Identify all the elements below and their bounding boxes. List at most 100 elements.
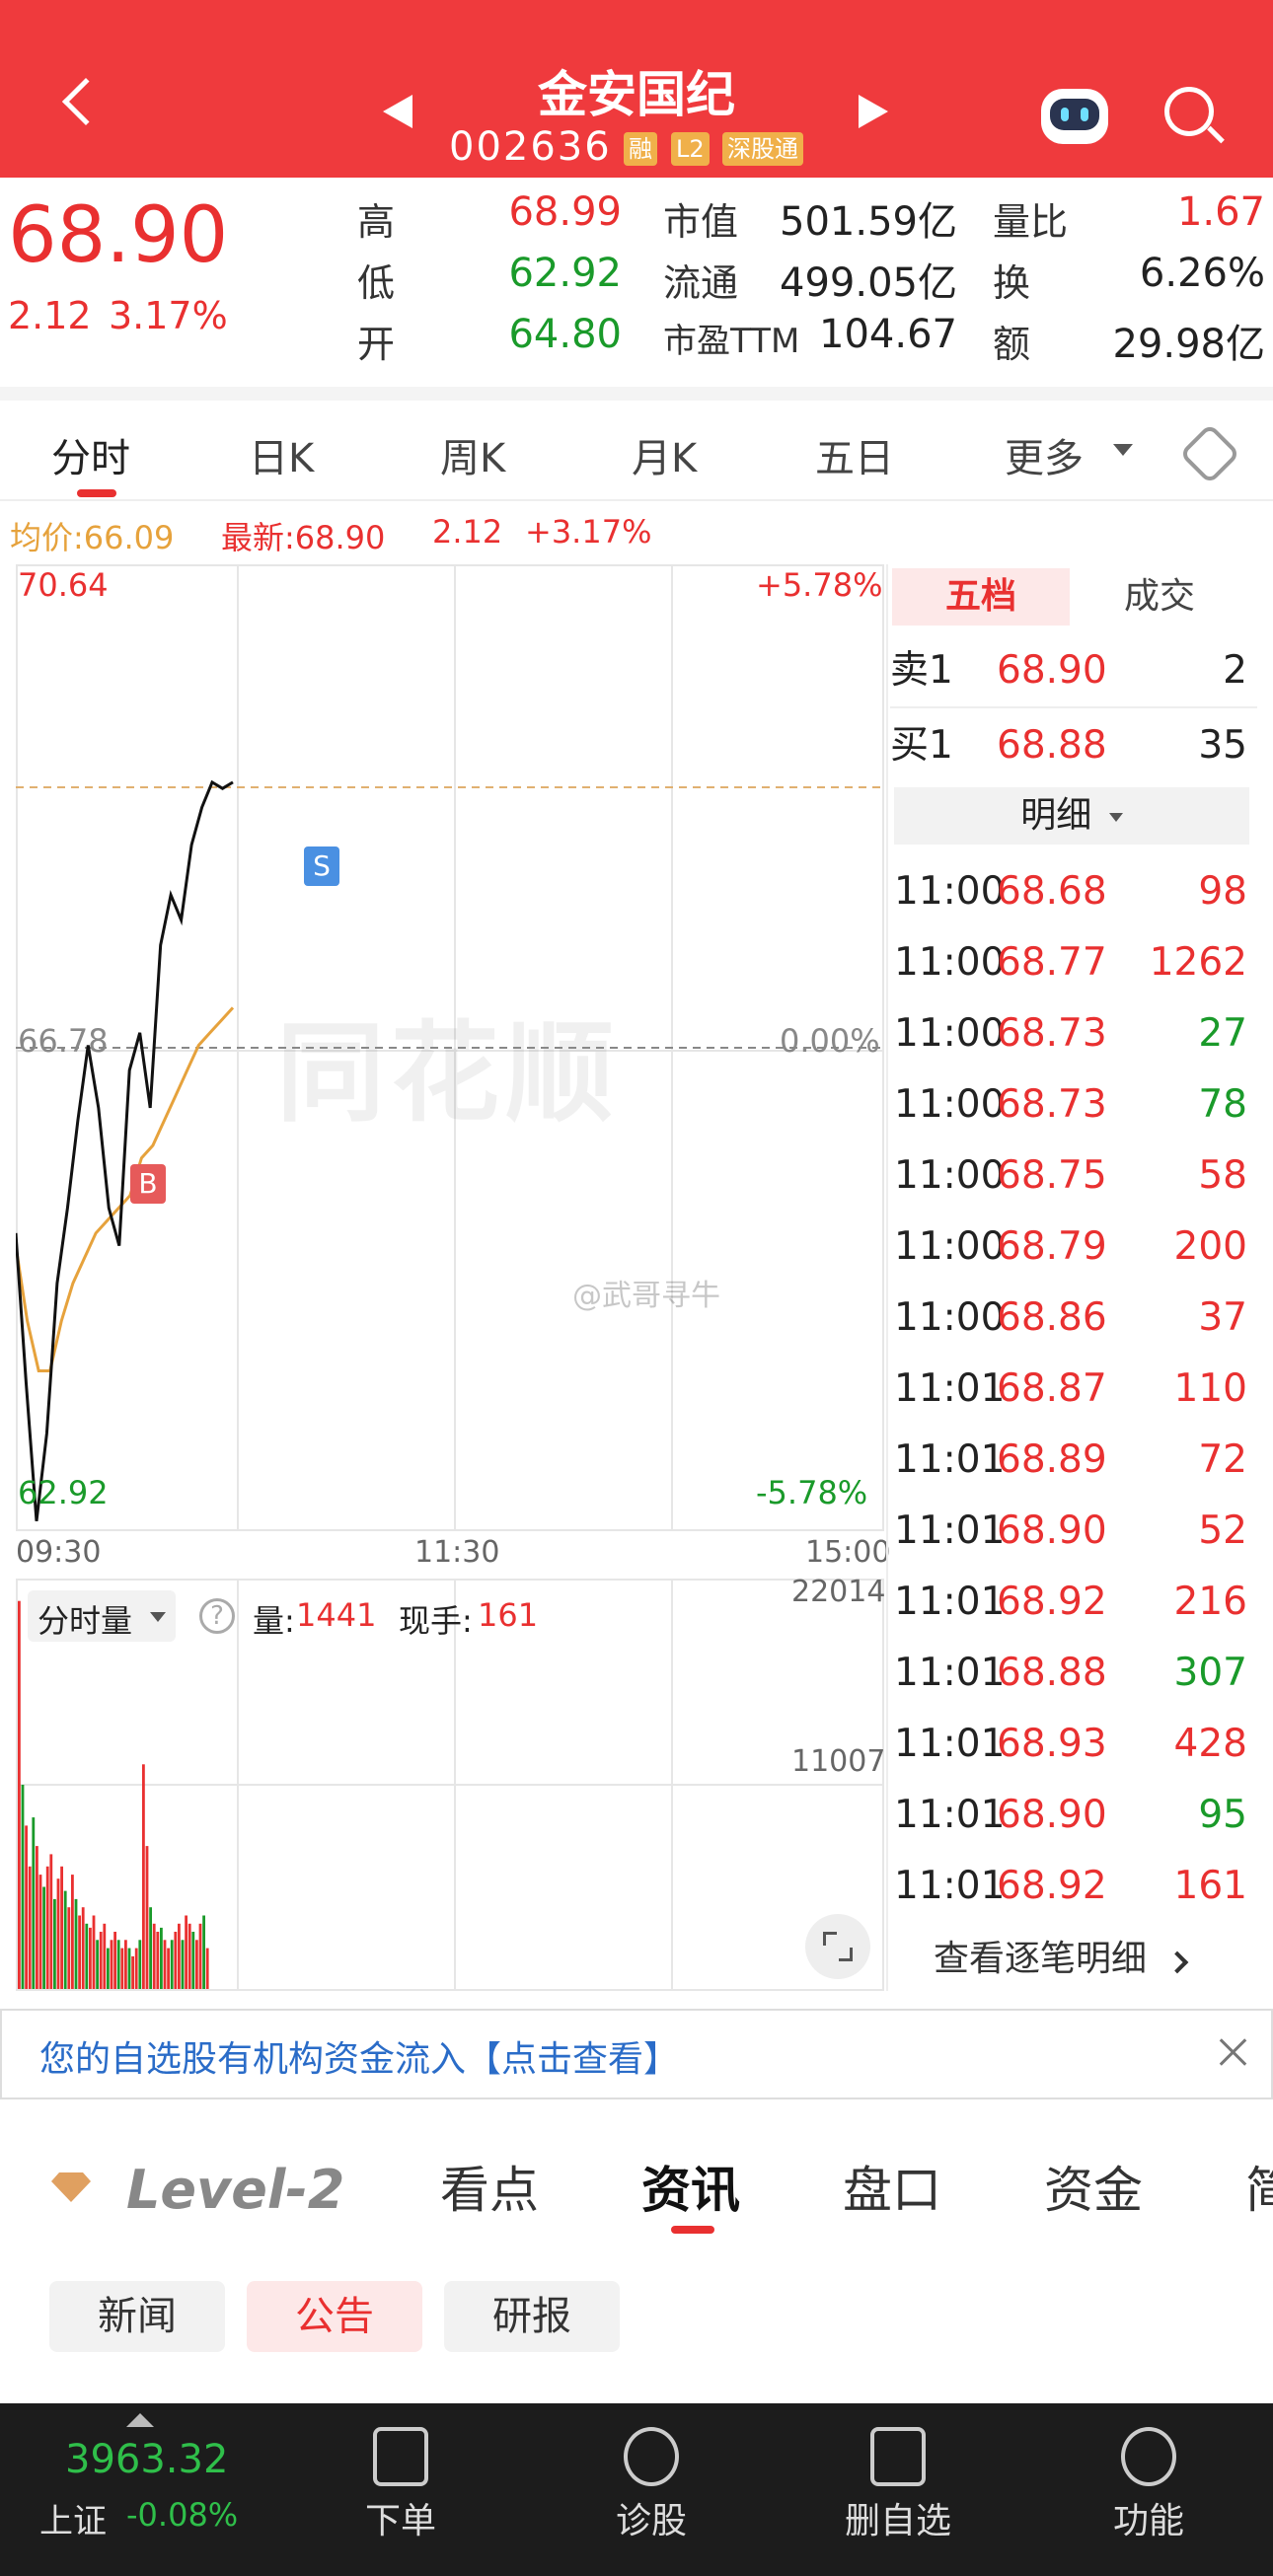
trade-row: 11:01 68.93 428: [890, 1709, 1255, 1780]
stat-label: 开: [357, 323, 396, 366]
triangle-right-icon[interactable]: [859, 95, 888, 128]
tab-more[interactable]: 更多: [1005, 426, 1084, 483]
tab-five-day[interactable]: 五日: [815, 426, 894, 483]
stat-label: 额: [993, 323, 1031, 366]
robot-assistant-icon[interactable]: [1041, 89, 1108, 144]
banner-text: 您的自选股有机构资金流入【点击查看】: [39, 2039, 680, 2080]
tab-month-k[interactable]: 月K: [632, 426, 697, 483]
tab-week-k[interactable]: 周K: [440, 426, 505, 483]
trade-row: 11:00 68.75 58: [890, 1141, 1255, 1212]
bid-label: 买1: [890, 723, 953, 768]
tab-intraday[interactable]: 分时: [51, 426, 130, 483]
volume-bar: [120, 1948, 124, 1989]
x-axis-label: 09:30: [16, 1535, 102, 1570]
detail-header[interactable]: 明细: [894, 787, 1249, 845]
tab-active-indicator: [77, 489, 116, 497]
nav-functions[interactable]: 功能: [1070, 2427, 1228, 2543]
trade-time: 11:01: [894, 1651, 1006, 1695]
stat-value-open: 64.80: [508, 312, 622, 357]
trade-row: 11:00 68.79 200: [890, 1212, 1255, 1283]
index-change: -0.08%: [126, 2496, 239, 2534]
chevron-right-icon: [1166, 1950, 1189, 1974]
bid-row: 买1 68.88 35: [890, 710, 1255, 781]
trade-price: 68.88: [997, 1651, 1107, 1695]
stat-label: 市盈TTM: [663, 322, 800, 361]
volume-bar: [167, 1948, 170, 1989]
trade-volume: 58: [1198, 1153, 1247, 1198]
tab-highlights[interactable]: 看点: [440, 2151, 539, 2222]
expand-icon[interactable]: [805, 1914, 870, 1979]
triangle-left-icon[interactable]: [383, 95, 412, 128]
pct-axis-top: +5.78%: [756, 566, 883, 604]
trade-volume: 98: [1198, 869, 1247, 914]
trade-price: 68.89: [997, 1437, 1107, 1482]
hexagon-settings-icon[interactable]: [1178, 422, 1241, 485]
nav-diagnose[interactable]: 诊股: [572, 2427, 730, 2543]
trade-volume: 72: [1198, 1437, 1247, 1482]
trade-time: 11:00: [894, 1011, 1006, 1056]
trade-time: 11:01: [894, 1437, 1006, 1482]
stat-label: 高: [357, 200, 396, 244]
trade-row: 11:01 68.89 72: [890, 1425, 1255, 1496]
volume-bar: [127, 1948, 131, 1989]
trade-price: 68.73: [997, 1082, 1107, 1127]
x-axis-label: 15:00: [805, 1535, 891, 1570]
volume-bar: [191, 1932, 195, 1989]
trade-price: 68.79: [997, 1224, 1107, 1269]
volume-bar: [63, 1890, 67, 1989]
volume-bar: [124, 1940, 127, 1989]
price-change-pct: 3.17%: [109, 294, 228, 337]
trade-row: 11:00 68.86 37: [890, 1283, 1255, 1354]
view-all-trades[interactable]: 查看逐笔明细: [934, 1930, 1249, 1981]
tab-orderbook[interactable]: 盘口: [843, 2151, 941, 2222]
nav-functions-label: 功能: [1112, 2501, 1184, 2541]
search-icon-handle: [1207, 125, 1225, 144]
volume-bar: [78, 1915, 81, 1989]
chip-news[interactable]: 新闻: [49, 2281, 225, 2352]
trade-volume: 95: [1198, 1793, 1247, 1837]
trade-time: 11:01: [894, 1864, 1006, 1908]
fund-flow-banner[interactable]: 您的自选股有机构资金流入【点击查看】: [0, 2009, 1273, 2099]
ask-label: 卖1: [890, 648, 953, 693]
tab-news[interactable]: 资讯: [641, 2151, 740, 2222]
volume-bar: [38, 1875, 42, 1989]
trade-row: 11:00 68.73 27: [890, 998, 1255, 1069]
trade-row: 11:01 68.87 110: [890, 1354, 1255, 1425]
chevron-down-icon: [1108, 812, 1123, 822]
question-circle-icon[interactable]: ?: [199, 1598, 235, 1634]
volume-bar: [21, 1785, 25, 1989]
volume-bar: [92, 1915, 96, 1989]
volume-label: 量:: [253, 1602, 295, 1640]
marker-buy[interactable]: B: [130, 1164, 166, 1204]
tab-deals[interactable]: 成交: [1076, 568, 1243, 626]
volume-selector[interactable]: 分时量: [28, 1590, 176, 1642]
trade-row: 11:01 68.92 161: [890, 1851, 1255, 1922]
tab-level2[interactable]: Level-2: [126, 2159, 344, 2221]
trade-price: 68.75: [997, 1153, 1107, 1198]
index-value: 3963.32: [65, 2437, 229, 2482]
tab-day-k[interactable]: 日K: [249, 426, 314, 483]
news-subtabs: 新闻 公告 研报: [0, 2269, 1273, 2368]
tab-funds[interactable]: 资金: [1044, 2151, 1143, 2222]
tab-five-levels[interactable]: 五档: [892, 568, 1070, 626]
close-icon[interactable]: [1216, 2034, 1251, 2070]
volume-bar: [195, 1940, 198, 1989]
nav-order[interactable]: 下单: [322, 2427, 480, 2543]
triangle-up-icon: [126, 2413, 154, 2427]
chip-announcements[interactable]: 公告: [247, 2281, 422, 2352]
back-icon[interactable]: [61, 77, 111, 126]
y-axis-top: 70.64: [18, 566, 109, 604]
stat-value-marketcap: 501.59亿: [780, 199, 957, 245]
volume-bar: [18, 1600, 21, 1989]
trade-price: 68.93: [997, 1722, 1107, 1766]
volume-bar: [163, 1940, 167, 1989]
trade-time: 11:00: [894, 869, 1006, 914]
stat-value-low: 62.92: [508, 251, 622, 296]
chip-research[interactable]: 研报: [444, 2281, 620, 2352]
tab-brief[interactable]: 简: [1245, 2151, 1273, 2222]
index-widget[interactable]: 3963.32 上证 -0.08%: [0, 2403, 266, 2576]
volume-bar: [28, 1866, 32, 1989]
marker-sell[interactable]: S: [304, 846, 339, 886]
volume-bar: [145, 1846, 149, 1989]
nav-remove-watch[interactable]: 删自选: [819, 2427, 977, 2543]
